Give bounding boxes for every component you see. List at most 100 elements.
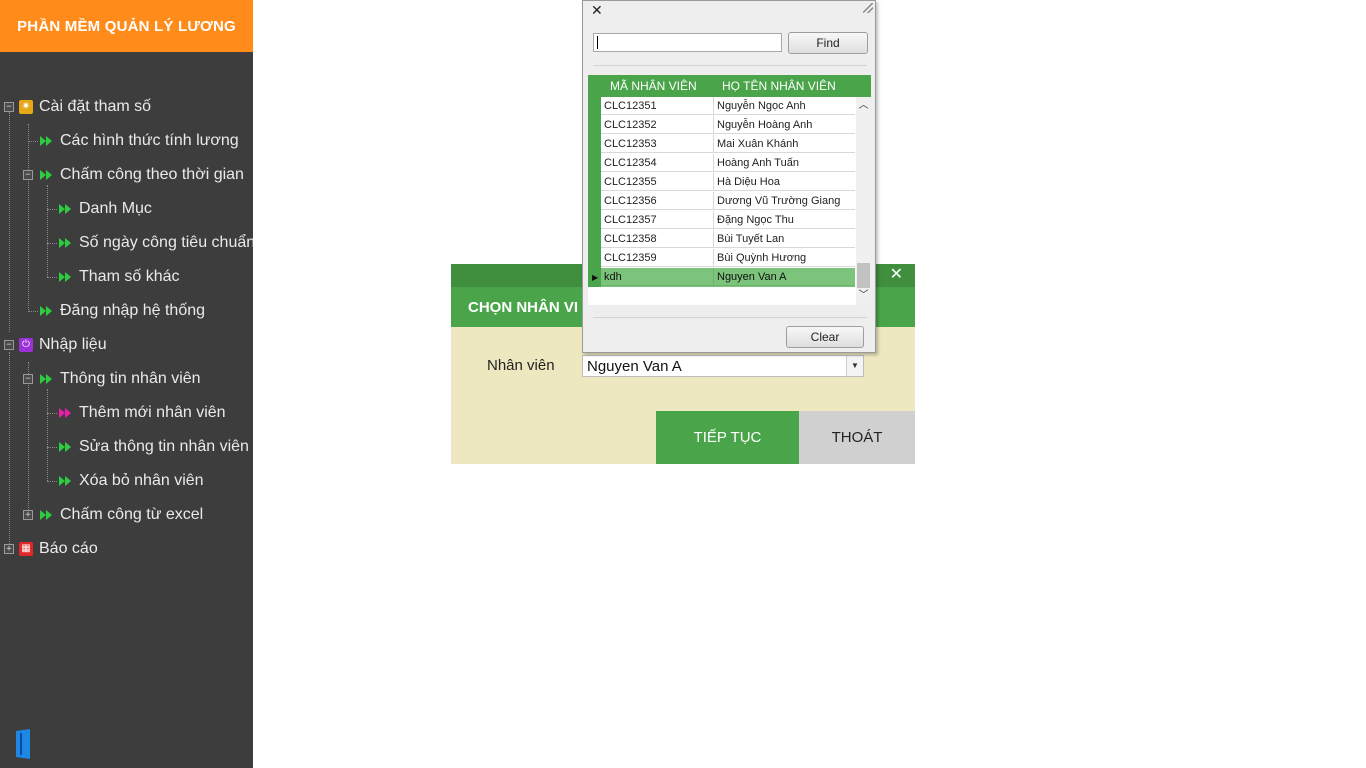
- cell-name: Bùi Quỳnh Hương: [714, 249, 855, 267]
- green-arrow-icon: [59, 476, 71, 486]
- find-button[interactable]: Find: [788, 32, 868, 54]
- cell-code: CLC12355: [601, 173, 714, 191]
- sidebar-item-label: Danh Mục: [79, 200, 152, 217]
- sidebar-item-label: Xóa bỏ nhân viên: [79, 472, 204, 489]
- cell-code: CLC12359: [601, 249, 714, 267]
- scroll-down-icon[interactable]: ﹀: [856, 289, 871, 303]
- green-arrow-icon: [40, 306, 52, 316]
- green-arrow-icon: [40, 374, 52, 384]
- cell-code: CLC12356: [601, 192, 714, 210]
- cell-name: Đặng Ngọc Thu: [714, 211, 855, 229]
- sidebar-item-xoa-bo-nhan-vien[interactable]: Xóa bỏ nhân viên: [59, 464, 204, 498]
- sidebar: PHẦN MỀM QUẢN LÝ LƯƠNG − ✷ Cài đặt tham …: [0, 0, 253, 768]
- collapse-toggle[interactable]: −: [23, 170, 33, 180]
- exit-door-icon[interactable]: [14, 729, 34, 759]
- green-arrow-icon: [59, 442, 71, 452]
- grid-empty-area: [588, 287, 856, 305]
- sidebar-item-label: Sửa thông tin nhân viên: [79, 438, 249, 455]
- clear-button[interactable]: Clear: [786, 326, 864, 348]
- table-row[interactable]: CLC12354 Hoàng Anh Tuấn: [601, 154, 855, 173]
- collapse-toggle[interactable]: −: [4, 340, 14, 350]
- employee-lookup-popup: ✕ Find MÃ NHÂN VIÊN HỌ TÊN NHÂN VIÊN CLC…: [582, 0, 876, 353]
- table-row[interactable]: CLC12358 Bùi Tuyết Lan: [601, 230, 855, 249]
- sidebar-item-label: Chấm công theo thời gian: [60, 166, 244, 183]
- sidebar-item-cai-dat-tham-so[interactable]: ✷ Cài đặt tham số: [19, 90, 151, 124]
- employee-combobox[interactable]: Nguyen Van A ▼: [582, 355, 864, 377]
- cell-name: Mai Xuân Khánh: [714, 135, 855, 153]
- magenta-arrow-icon: [59, 408, 71, 418]
- employee-label: Nhân viên: [487, 357, 555, 374]
- sidebar-item-label: Báo cáo: [39, 540, 98, 557]
- sidebar-item-tham-so-khac[interactable]: Tham số khác: [59, 260, 179, 294]
- cell-name: Bùi Tuyết Lan: [714, 230, 855, 248]
- cell-name: Nguyễn Ngọc Anh: [714, 97, 855, 115]
- column-header-code[interactable]: MÃ NHÂN VIÊN: [610, 79, 697, 93]
- expand-toggle[interactable]: +: [23, 510, 33, 520]
- sidebar-item-sua-thong-tin-nhan-vien[interactable]: Sửa thông tin nhân viên: [59, 430, 249, 464]
- sidebar-item-so-ngay-cong-tieu-chuan[interactable]: Số ngày công tiêu chuẩn: [59, 226, 253, 260]
- sidebar-item-danh-muc[interactable]: Danh Mục: [59, 192, 152, 226]
- column-header-name[interactable]: HỌ TÊN NHÂN VIÊN: [722, 79, 836, 93]
- table-row[interactable]: CLC12359 Bùi Quỳnh Hương: [601, 249, 855, 268]
- green-arrow-icon: [40, 170, 52, 180]
- scroll-up-icon[interactable]: ︿: [856, 99, 871, 113]
- cell-code: CLC12358: [601, 230, 714, 248]
- sidebar-item-them-moi-nhan-vien[interactable]: Thêm mới nhân viên: [59, 396, 226, 430]
- green-arrow-icon: [40, 136, 52, 146]
- cell-name: Hà Diệu Hoa: [714, 173, 855, 191]
- green-arrow-icon: [59, 204, 71, 214]
- table-row[interactable]: CLC12353 Mai Xuân Khánh: [601, 135, 855, 154]
- search-input[interactable]: [593, 33, 782, 52]
- sidebar-item-label: Chấm công từ excel: [60, 506, 204, 523]
- sidebar-item-label: Số ngày công tiêu chuẩn: [79, 234, 253, 251]
- expand-toggle[interactable]: +: [4, 544, 14, 554]
- scrollbar-thumb[interactable]: [857, 263, 870, 288]
- sidebar-item-nhap-lieu[interactable]: ⏻ Nhập liệu: [19, 328, 107, 362]
- dialog-title: CHỌN NHÂN VI: [468, 298, 579, 316]
- cell-name: Hoàng Anh Tuấn: [714, 154, 855, 172]
- table-row[interactable]: CLC12352 Nguyễn Hoàng Anh: [601, 116, 855, 135]
- table-row[interactable]: CLC12357 Đặng Ngọc Thu: [601, 211, 855, 230]
- exit-button[interactable]: THOÁT: [799, 411, 915, 464]
- sidebar-item-label: Đăng nhập hệ thống: [60, 302, 206, 319]
- sidebar-item-cham-cong-theo-thoi-gian[interactable]: Chấm công theo thời gian: [40, 158, 244, 192]
- close-icon[interactable]: ✕: [591, 2, 603, 19]
- close-icon[interactable]: ✕: [890, 266, 903, 284]
- sidebar-item-thong-tin-nhan-vien[interactable]: Thông tin nhân viên: [40, 362, 201, 396]
- green-arrow-icon: [59, 272, 71, 282]
- cell-code: kdh: [601, 268, 714, 286]
- continue-button[interactable]: TIẾP TỤC: [656, 411, 799, 464]
- table-row[interactable]: CLC12351 Nguyễn Ngọc Anh: [601, 97, 855, 116]
- collapse-toggle[interactable]: −: [23, 374, 33, 384]
- sidebar-item-dang-nhap-he-thong[interactable]: Đăng nhập hệ thống: [40, 294, 205, 328]
- table-row[interactable]: CLC12355 Hà Diệu Hoa: [601, 173, 855, 192]
- current-row-pointer-icon: ▶: [592, 273, 599, 282]
- import-icon: ⏻: [19, 338, 33, 352]
- sidebar-item-label: Cài đặt tham số: [39, 98, 152, 115]
- cell-name: Nguyen Van A: [714, 268, 855, 286]
- cell-code: CLC12352: [601, 116, 714, 134]
- gear-icon: ✷: [19, 100, 33, 114]
- sidebar-item-label: Thêm mới nhân viên: [79, 404, 226, 421]
- employee-grid: MÃ NHÂN VIÊN HỌ TÊN NHÂN VIÊN CLC12351 Ng…: [588, 75, 871, 305]
- employee-value: Nguyen Van A: [587, 358, 682, 375]
- cell-name: Nguyễn Hoàng Anh: [714, 116, 855, 134]
- sidebar-item-label: Tham số khác: [79, 268, 180, 285]
- green-arrow-icon: [59, 238, 71, 248]
- grid-header: MÃ NHÂN VIÊN HỌ TÊN NHÂN VIÊN: [588, 75, 871, 97]
- cell-code: CLC12357: [601, 211, 714, 229]
- report-icon: ▦: [19, 542, 33, 556]
- table-row[interactable]: CLC12356 Dương Vũ Trường Giang: [601, 192, 855, 211]
- vertical-scrollbar[interactable]: ︿ ﹀: [856, 97, 871, 305]
- sidebar-item-cac-hinh-thuc-tinh-luong[interactable]: Các hình thức tính lương: [40, 124, 239, 158]
- table-row-selected[interactable]: kdh Nguyen Van A: [601, 268, 855, 287]
- dropdown-arrow-icon[interactable]: ▼: [846, 356, 863, 376]
- sidebar-item-cham-cong-tu-excel[interactable]: Chấm công từ excel: [40, 498, 203, 532]
- resize-grip-icon[interactable]: [863, 3, 873, 13]
- sidebar-item-label: Thông tin nhân viên: [60, 370, 201, 387]
- collapse-toggle[interactable]: −: [4, 102, 14, 112]
- sidebar-item-bao-cao[interactable]: ▦ Báo cáo: [19, 532, 98, 566]
- green-arrow-icon: [40, 510, 52, 520]
- row-indicator-column: [588, 97, 601, 287]
- app-title: PHẦN MỀM QUẢN LÝ LƯƠNG: [0, 0, 253, 52]
